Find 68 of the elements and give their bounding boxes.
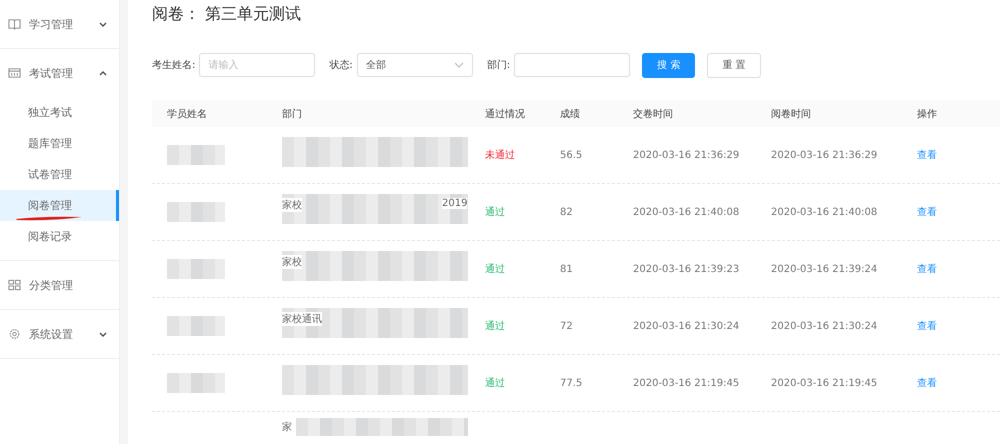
submit-time: 2020-03-16 21:19:45: [633, 378, 740, 388]
column-header: 部门: [282, 108, 303, 120]
sidebar-subitem[interactable]: 独立考试: [0, 97, 119, 128]
score-text: 77.5: [560, 378, 582, 388]
score-text: 82: [560, 206, 573, 218]
sidebar-item[interactable]: 系统设置: [0, 310, 119, 358]
score-text: 56.5: [560, 150, 582, 160]
view-link[interactable]: 查看: [917, 207, 937, 218]
sidebar-subitem[interactable]: 题库管理: [0, 128, 119, 159]
settings-icon: [8, 328, 21, 340]
pass-status: 未通过: [485, 150, 515, 161]
chevron-down-icon: [454, 62, 464, 68]
column-header: 成绩: [560, 108, 581, 120]
redacted-block: [167, 373, 225, 393]
name-label: 考生姓名:: [152, 58, 196, 72]
column-header: 交卷时间: [633, 108, 674, 120]
review-time: 2020-03-16 21:30:24: [771, 320, 878, 332]
submit-time: 2020-03-16 21:36:29: [633, 150, 740, 160]
chevron-up-icon: [99, 70, 107, 76]
column-header: 学员姓名: [166, 108, 208, 120]
view-link[interactable]: 查看: [917, 150, 937, 161]
page-title: 阅卷： 第三单元测试: [152, 4, 302, 25]
sidebar-item[interactable]: 学习管理: [0, 0, 119, 48]
view-link[interactable]: 查看: [917, 378, 937, 389]
department-label: 部门:: [486, 58, 510, 72]
redacted-block: [167, 259, 225, 279]
reset-button[interactable]: 重 置: [707, 52, 760, 78]
column-header: 通过情况: [485, 108, 526, 120]
review-time: 2020-03-16 21:40:08: [771, 206, 878, 218]
sidebar-subitem[interactable]: 阅卷记录: [0, 221, 119, 252]
status-label: 状态:: [329, 58, 353, 72]
sidebar-subitem[interactable]: 试卷管理: [0, 159, 119, 190]
redacted-block: [167, 145, 225, 165]
review-time: 2020-03-16 21:36:29: [771, 150, 878, 160]
pass-status: 通过: [485, 321, 505, 332]
status-select[interactable]: 全部: [356, 53, 473, 77]
sidebar-item[interactable]: 分类管理: [0, 261, 119, 309]
submit-time: 2020-03-16 21:30:24: [633, 320, 740, 332]
name-input[interactable]: 请输入: [199, 53, 316, 77]
grid-icon: [8, 279, 21, 291]
department-text: 家校通讯: [282, 312, 322, 326]
review-time: 2020-03-16 21:19:45: [771, 378, 878, 388]
pass-status: 通过: [485, 264, 505, 275]
score-text: 81: [560, 264, 573, 274]
chevron-down-icon: [99, 22, 107, 26]
department-input[interactable]: [514, 53, 630, 77]
score-text: 72: [560, 320, 573, 332]
column-header: 操作: [917, 108, 938, 120]
pass-status: 通过: [485, 207, 505, 218]
review-time: 2020-03-16 21:39:24: [771, 264, 878, 274]
submit-time: 2020-03-16 21:40:08: [633, 206, 740, 218]
department-text: 2019: [442, 198, 468, 209]
book-icon: [8, 18, 21, 30]
view-link[interactable]: 查看: [917, 321, 937, 332]
sidebar-item[interactable]: 考试管理: [0, 49, 119, 97]
submit-time: 2020-03-16 21:39:23: [633, 264, 740, 274]
view-link[interactable]: 查看: [917, 264, 937, 275]
search-button[interactable]: 搜 索: [642, 52, 696, 78]
pass-status: 通过: [485, 378, 505, 389]
redacted-block: [167, 316, 225, 336]
redacted-block: [167, 202, 225, 222]
department-text: 家校: [282, 255, 302, 269]
column-header: 阅卷时间: [771, 108, 812, 120]
sidebar-subitem[interactable]: 阅卷管理: [0, 190, 119, 221]
calendar-icon: [8, 67, 21, 79]
department-text: 家校: [282, 198, 302, 212]
department-text: 家: [282, 420, 292, 434]
chevron-down-icon: [99, 332, 107, 336]
